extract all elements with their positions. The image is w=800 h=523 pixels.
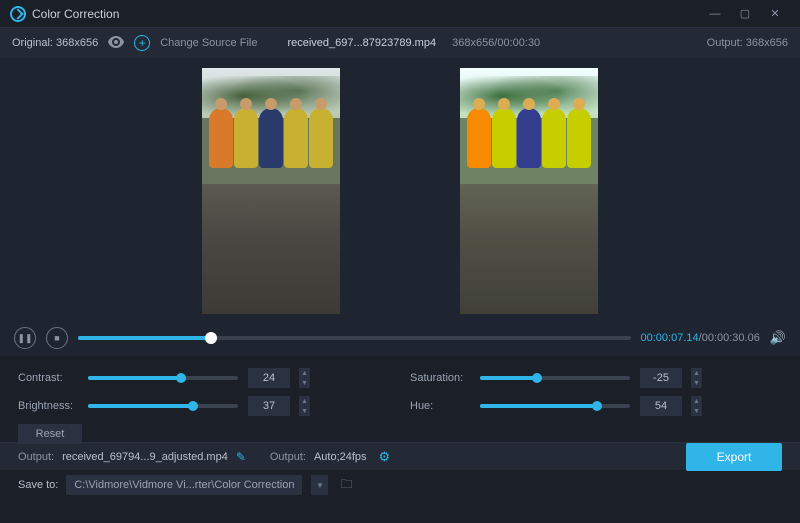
contrast-slider[interactable] bbox=[88, 376, 238, 380]
preview-toggle-icon[interactable] bbox=[108, 36, 124, 51]
hue-value[interactable]: 54 bbox=[640, 396, 682, 416]
output-format: Auto;24fps bbox=[314, 451, 367, 463]
output-dimensions: Output: 368x656 bbox=[707, 37, 788, 49]
settings-icon[interactable]: ⚙ bbox=[379, 449, 391, 465]
output-preview bbox=[460, 68, 598, 314]
save-path-dropdown[interactable]: ▼ bbox=[310, 475, 328, 495]
saturation-label: Saturation: bbox=[410, 372, 470, 384]
save-path[interactable]: C:\Vidmore\Vidmore Vi...rter\Color Corre… bbox=[66, 475, 302, 495]
maximize-button[interactable]: ▢ bbox=[730, 0, 760, 28]
hue-slider[interactable] bbox=[480, 404, 630, 408]
brightness-down[interactable]: ▼ bbox=[298, 406, 310, 416]
contrast-value[interactable]: 24 bbox=[248, 368, 290, 388]
original-preview bbox=[202, 68, 340, 314]
preview-area bbox=[0, 58, 800, 320]
close-button[interactable]: ✕ bbox=[760, 0, 790, 28]
export-button[interactable]: Export bbox=[686, 443, 782, 471]
output-filename: received_69794...9_adjusted.mp4 bbox=[62, 451, 228, 463]
hue-label: Hue: bbox=[410, 400, 470, 412]
save-bar: Save to: C:\Vidmore\Vidmore Vi...rter\Co… bbox=[0, 470, 800, 500]
add-source-button[interactable]: + bbox=[134, 35, 150, 51]
brightness-value[interactable]: 37 bbox=[248, 396, 290, 416]
pause-button[interactable]: ❚❚ bbox=[14, 327, 36, 349]
brightness-slider[interactable] bbox=[88, 404, 238, 408]
minimize-button[interactable]: — bbox=[700, 0, 730, 28]
saturation-up[interactable]: ▲ bbox=[690, 368, 702, 378]
contrast-row: Contrast: 24 ▲▼ bbox=[18, 368, 390, 388]
source-filename: received_697...87923789.mp4 bbox=[287, 37, 436, 49]
hue-down[interactable]: ▼ bbox=[690, 406, 702, 416]
saturation-value[interactable]: -25 bbox=[640, 368, 682, 388]
brightness-up[interactable]: ▲ bbox=[298, 396, 310, 406]
transport-bar: ❚❚ ■ 00:00:07.14/00:00:30.06 🔊 bbox=[0, 320, 800, 356]
browse-folder-icon[interactable]: 🗀 bbox=[340, 475, 352, 496]
reset-button[interactable]: Reset bbox=[18, 424, 82, 444]
sliders-panel: Contrast: 24 ▲▼ Saturation: -25 ▲▼ Brigh… bbox=[0, 356, 800, 442]
app-logo-icon bbox=[10, 6, 26, 22]
contrast-down[interactable]: ▼ bbox=[298, 378, 310, 388]
source-meta: 368x656/00:00:30 bbox=[452, 37, 540, 49]
contrast-label: Contrast: bbox=[18, 372, 78, 384]
contrast-up[interactable]: ▲ bbox=[298, 368, 310, 378]
hue-row: Hue: 54 ▲▼ bbox=[410, 396, 782, 416]
output-format-label: Output: bbox=[270, 451, 306, 463]
volume-icon[interactable]: 🔊 bbox=[770, 330, 786, 346]
seek-slider[interactable] bbox=[78, 336, 631, 340]
original-dimensions: Original: 368x656 bbox=[12, 37, 98, 49]
timecode: 00:00:07.14/00:00:30.06 bbox=[641, 332, 760, 344]
saturation-row: Saturation: -25 ▲▼ bbox=[410, 368, 782, 388]
output-filename-label: Output: bbox=[18, 451, 54, 463]
change-source-button[interactable]: Change Source File bbox=[160, 37, 257, 49]
saturation-slider[interactable] bbox=[480, 376, 630, 380]
titlebar: Color Correction — ▢ ✕ bbox=[0, 0, 800, 28]
rename-icon[interactable]: ✎ bbox=[236, 450, 246, 464]
brightness-label: Brightness: bbox=[18, 400, 78, 412]
hue-up[interactable]: ▲ bbox=[690, 396, 702, 406]
window-title: Color Correction bbox=[32, 7, 119, 21]
brightness-row: Brightness: 37 ▲▼ bbox=[18, 396, 390, 416]
stop-button[interactable]: ■ bbox=[46, 327, 68, 349]
save-to-label: Save to: bbox=[18, 479, 58, 491]
output-bar: Output: received_69794...9_adjusted.mp4 … bbox=[0, 442, 800, 470]
topbar: Original: 368x656 + Change Source File r… bbox=[0, 28, 800, 58]
saturation-down[interactable]: ▼ bbox=[690, 378, 702, 388]
